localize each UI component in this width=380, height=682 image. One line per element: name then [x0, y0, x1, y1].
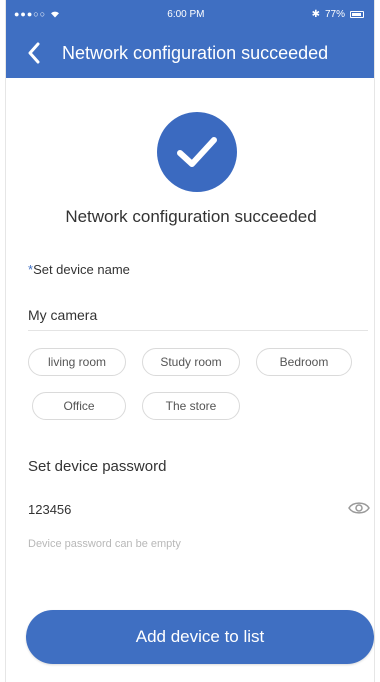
battery-percent: 77%	[324, 8, 345, 20]
status-right: ✱ 77%	[312, 9, 364, 20]
chip-study-room[interactable]: Study room	[142, 348, 240, 376]
check-circle-icon	[157, 112, 237, 192]
back-button[interactable]	[14, 33, 54, 73]
chip-living-room[interactable]: living room	[28, 348, 126, 376]
status-bar: ●●●○○ 6:00 PM ✱ 77%	[6, 0, 374, 28]
device-password-label: Set device password	[28, 458, 167, 475]
page-title: Network configuration succeeded	[62, 42, 329, 63]
device-name-label-text: Set device name	[33, 262, 130, 277]
success-message: Network configuration succeeded	[65, 207, 317, 226]
bluetooth-icon: ✱	[311, 8, 320, 20]
eye-icon[interactable]	[348, 500, 370, 516]
wifi-icon	[51, 11, 60, 18]
status-time: 6:00 PM	[167, 8, 205, 20]
chip-office[interactable]: Office	[32, 392, 126, 420]
device-password-input[interactable]	[28, 496, 328, 522]
battery-icon	[350, 10, 364, 18]
app-screen: ●●●○○ 6:00 PM ✱ 77% Network configuratio…	[5, 0, 375, 682]
signal-icon: ●●●○○	[14, 9, 47, 19]
chip-bedroom[interactable]: Bedroom	[256, 348, 352, 376]
device-name-input[interactable]	[28, 300, 368, 331]
header: ●●●○○ 6:00 PM ✱ 77% Network configuratio…	[6, 0, 374, 78]
chip-the-store[interactable]: The store	[142, 392, 240, 420]
add-device-button[interactable]: Add device to list	[26, 610, 374, 664]
status-left: ●●●○○	[14, 9, 60, 19]
device-name-label: *Set device name	[28, 262, 130, 277]
chevron-left-icon	[28, 42, 40, 64]
checkmark-icon	[177, 137, 217, 167]
password-hint: Device password can be empty	[28, 538, 181, 550]
nav-bar: Network configuration succeeded	[6, 28, 374, 78]
